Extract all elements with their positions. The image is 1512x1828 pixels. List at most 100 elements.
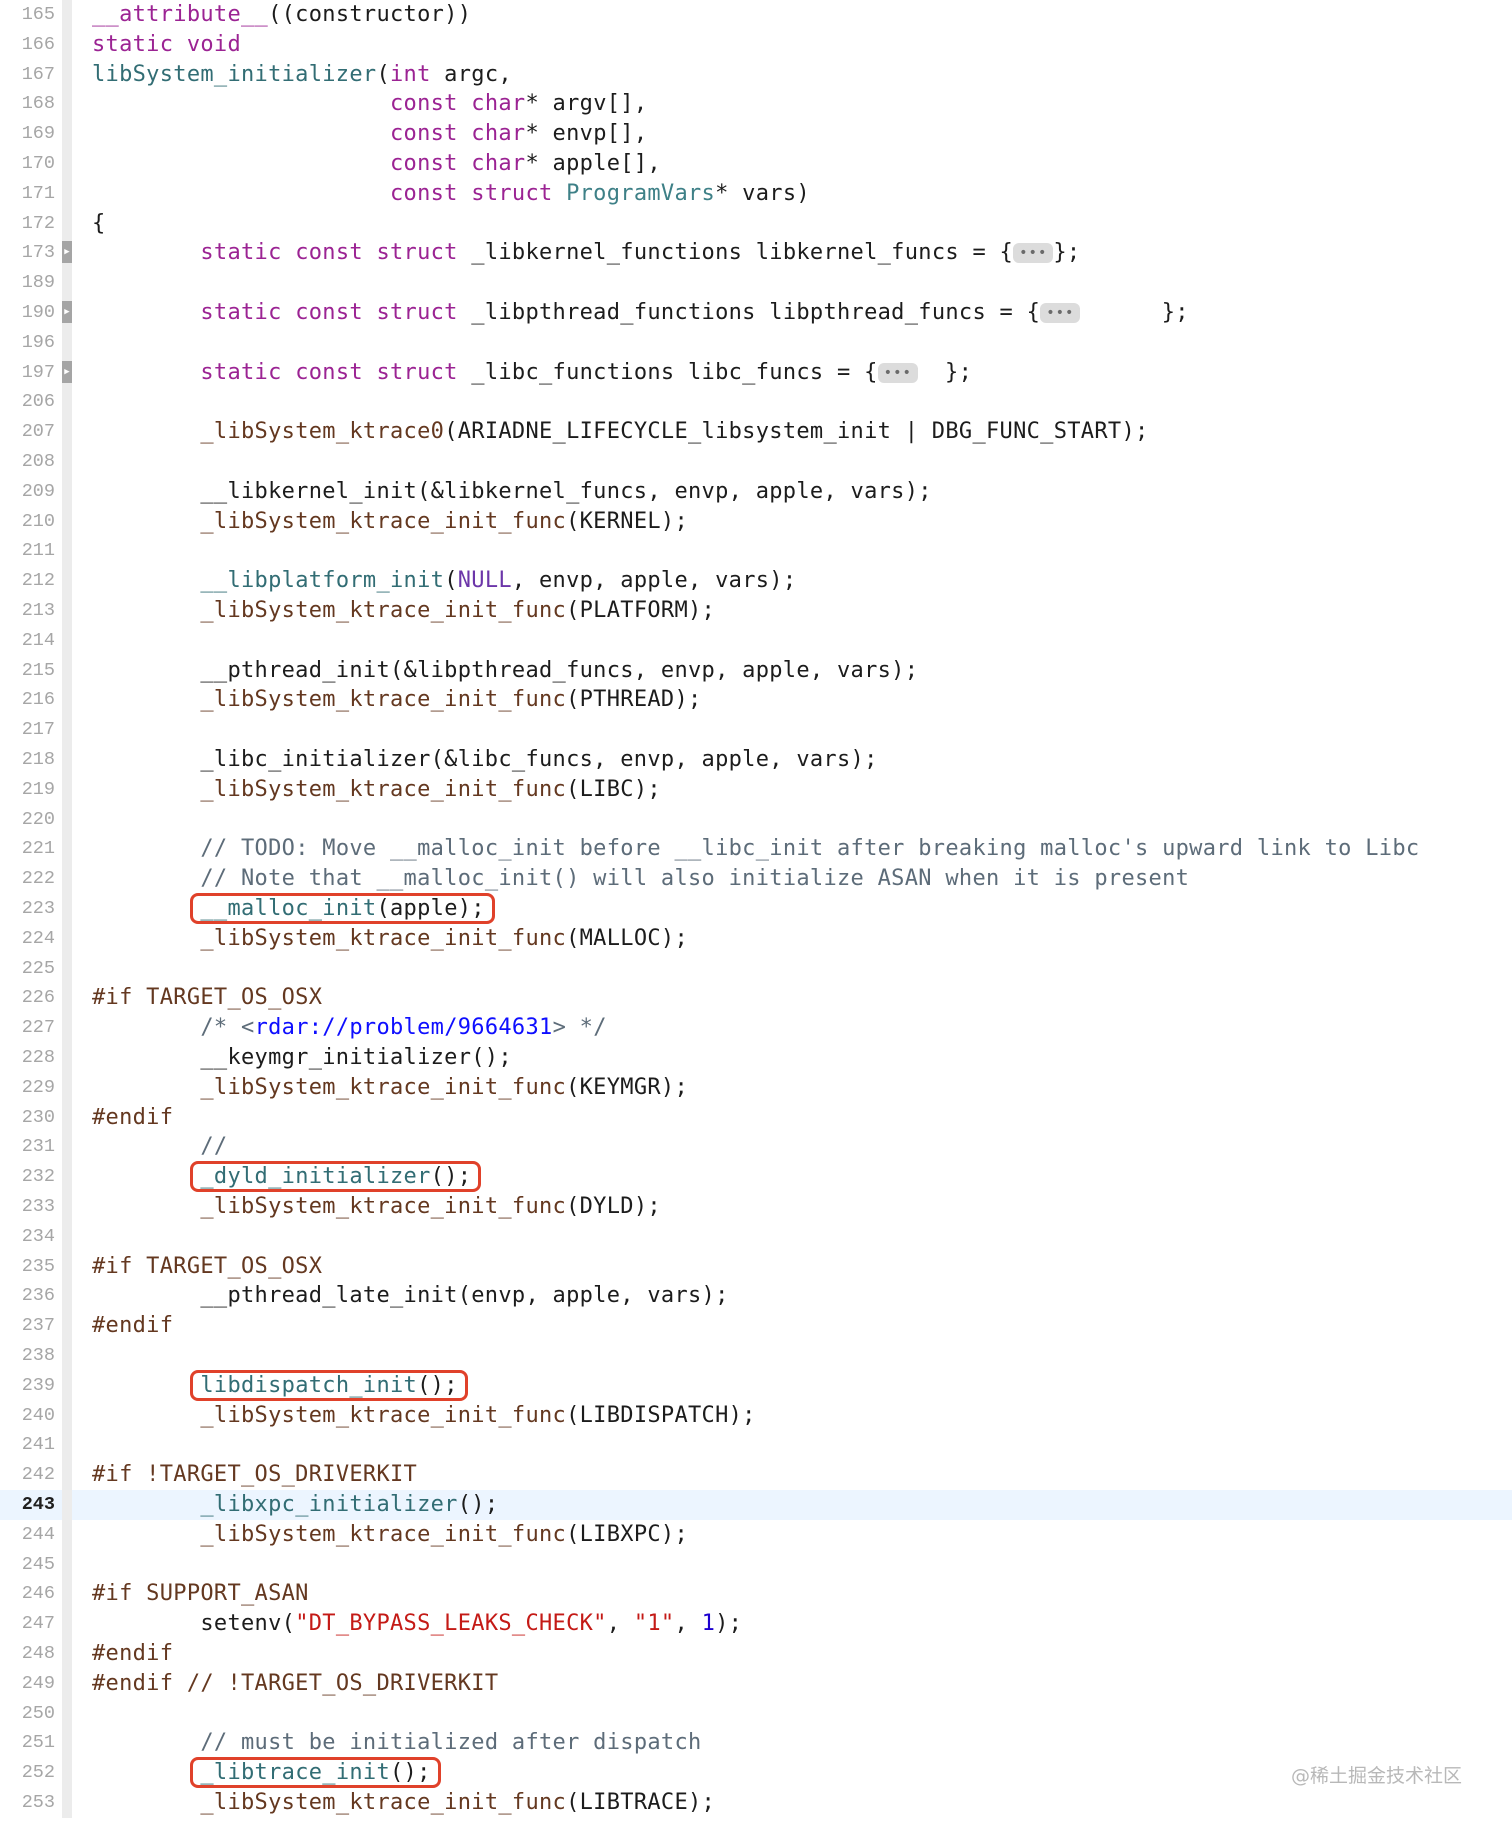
line-number[interactable]: 211 [0,536,55,566]
code-folding-ribbon[interactable] [62,327,72,358]
code-folding-ribbon[interactable] [62,596,72,626]
code-line[interactable]: 189 [0,268,1512,298]
code-line[interactable]: 236 __pthread_late_init(envp, apple, var… [0,1281,1512,1312]
code-folding-ribbon[interactable] [62,1132,72,1163]
line-number[interactable]: 229 [0,1073,55,1103]
code-text[interactable]: #if TARGET_OS_OSX [92,1252,322,1282]
code-folding-ribbon[interactable] [62,715,72,745]
code-folding-ribbon[interactable] [62,566,72,596]
code-line[interactable]: 214 [0,625,1512,656]
line-number[interactable]: 219 [0,775,55,805]
code-text[interactable]: __libkernel_init(&libkernel_funcs, envp,… [92,477,932,507]
line-number[interactable]: 243 [0,1490,55,1520]
code-line[interactable]: 215 __pthread_init(&libpthread_funcs, en… [0,655,1512,686]
code-line[interactable]: 243 _libxpc_initializer(); [0,1490,1512,1520]
code-text[interactable]: __libplatform_init(NULL, envp, apple, va… [92,566,796,596]
code-line[interactable]: 190 ▶ static const struct _libpthread_fun… [0,298,1512,328]
code-line[interactable]: 226 #if TARGET_OS_OSX [0,983,1512,1014]
line-number[interactable]: 240 [0,1401,55,1431]
line-number[interactable]: 230 [0,1103,55,1133]
code-folding-ribbon[interactable] [62,149,72,179]
code-line[interactable]: 241 [0,1430,1512,1461]
code-text[interactable]: // TODO: Move __malloc_init before __lib… [92,834,1419,864]
code-text[interactable]: _libSystem_ktrace_init_func(LIBTRACE); [92,1788,715,1818]
line-number[interactable]: 168 [0,89,55,119]
code-folding-ribbon[interactable] [62,506,72,537]
code-line[interactable]: 207 _libSystem_ktrace0(ARIADNE_LIFECYCLE… [0,417,1512,447]
folded-code-ellipsis-icon[interactable]: ••• [877,362,918,383]
code-text[interactable]: _libSystem_ktrace_init_func(PLATFORM); [92,596,715,626]
code-line[interactable]: 206 [0,387,1512,418]
line-number[interactable]: 217 [0,715,55,745]
code-line[interactable]: 210 _libSystem_ktrace_init_func(KERNEL); [0,506,1512,537]
line-number[interactable]: 190 [0,298,55,328]
line-number[interactable]: 245 [0,1550,55,1580]
code-line[interactable]: 212 __libplatform_init(NULL, envp, apple… [0,566,1512,596]
code-text[interactable]: const char* apple[], [92,149,661,179]
code-line[interactable]: 216 _libSystem_ktrace_init_func(PTHREAD)… [0,685,1512,716]
code-folding-ribbon[interactable] [62,447,72,477]
line-number[interactable]: 232 [0,1162,55,1192]
code-folding-ribbon[interactable] [62,417,72,447]
code-line[interactable]: 167 libSystem_initializer(int argc, [0,59,1512,90]
code-line[interactable]: 248 #endif [0,1639,1512,1669]
line-number[interactable]: 234 [0,1222,55,1252]
code-folding-ribbon[interactable] [62,1639,72,1669]
code-folding-ribbon[interactable] [62,1013,72,1043]
fold-arrow-icon[interactable]: ▶ [62,241,72,264]
code-text[interactable]: _libSystem_ktrace_init_func(MALLOC); [92,924,688,954]
code-folding-ribbon[interactable] [62,1758,72,1788]
code-text[interactable]: __attribute__((constructor)) [92,0,471,30]
code-folding-ribbon[interactable] [62,1430,72,1461]
code-text[interactable]: { [92,209,106,239]
line-number[interactable]: 228 [0,1043,55,1073]
code-folding-ribbon[interactable] [62,1460,72,1490]
code-line[interactable]: 171 const struct ProgramVars* vars) [0,178,1512,209]
code-folding-ribbon[interactable] [62,1579,72,1610]
line-number[interactable]: 225 [0,954,55,984]
code-text[interactable]: _libSystem_ktrace_init_func(KERNEL); [92,507,688,537]
line-number[interactable]: 221 [0,834,55,864]
code-line[interactable]: 247 setenv("DT_BYPASS_LEAKS_CHECK", "1",… [0,1609,1512,1639]
code-text[interactable]: __keymgr_initializer(); [92,1043,512,1073]
code-text[interactable]: const char* envp[], [92,119,647,149]
code-text[interactable]: #endif // !TARGET_OS_DRIVERKIT [92,1669,498,1699]
code-line[interactable]: 170 const char* apple[], [0,149,1512,179]
line-number[interactable]: 170 [0,149,55,179]
code-line[interactable]: 245 [0,1549,1512,1580]
code-folding-ribbon[interactable] [62,685,72,716]
code-text[interactable]: __pthread_init(&libpthread_funcs, envp, … [92,656,918,686]
fold-arrow-icon[interactable]: ▶ [62,301,72,323]
code-line[interactable]: 250 [0,1698,1512,1729]
code-line[interactable]: 172 { [0,208,1512,239]
line-number[interactable]: 173 [0,238,55,268]
code-line[interactable]: 168 const char* argv[], [0,89,1512,120]
line-number[interactable]: 251 [0,1728,55,1758]
line-number[interactable]: 171 [0,179,55,209]
line-number[interactable]: 206 [0,387,55,417]
code-folding-ribbon[interactable] [62,1788,72,1818]
code-folding-ribbon[interactable] [62,834,72,865]
line-number[interactable]: 236 [0,1281,55,1311]
line-number[interactable]: 207 [0,417,55,447]
line-number[interactable]: 216 [0,685,55,715]
line-number[interactable]: 220 [0,805,55,835]
line-number[interactable]: 237 [0,1311,55,1341]
code-folding-ribbon[interactable] [62,1370,72,1401]
code-folding-ribbon[interactable] [62,536,72,567]
code-folding-ribbon[interactable] [62,208,72,239]
code-text[interactable]: static void [92,30,241,60]
code-text[interactable]: // Note that __malloc_init() will also i… [92,864,1189,894]
code-text[interactable]: #if TARGET_OS_OSX [92,983,322,1013]
line-number[interactable]: 223 [0,894,55,924]
code-folding-ribbon[interactable] [62,655,72,686]
code-folding-ribbon[interactable] [62,119,72,149]
code-text[interactable]: // must be initialized after dispatch [92,1728,702,1758]
code-text[interactable]: // [92,1132,227,1162]
code-text[interactable]: _libSystem_ktrace_init_func(PTHREAD); [92,685,702,715]
code-line[interactable]: 242 #if !TARGET_OS_DRIVERKIT [0,1460,1512,1490]
code-line[interactable]: 228 __keymgr_initializer(); [0,1043,1512,1073]
code-line[interactable]: 219 _libSystem_ktrace_init_func(LIBC); [0,774,1512,805]
code-text[interactable]: /* <rdar://problem/9664631> */ [92,1013,607,1043]
code-folding-ribbon[interactable] [62,745,72,775]
